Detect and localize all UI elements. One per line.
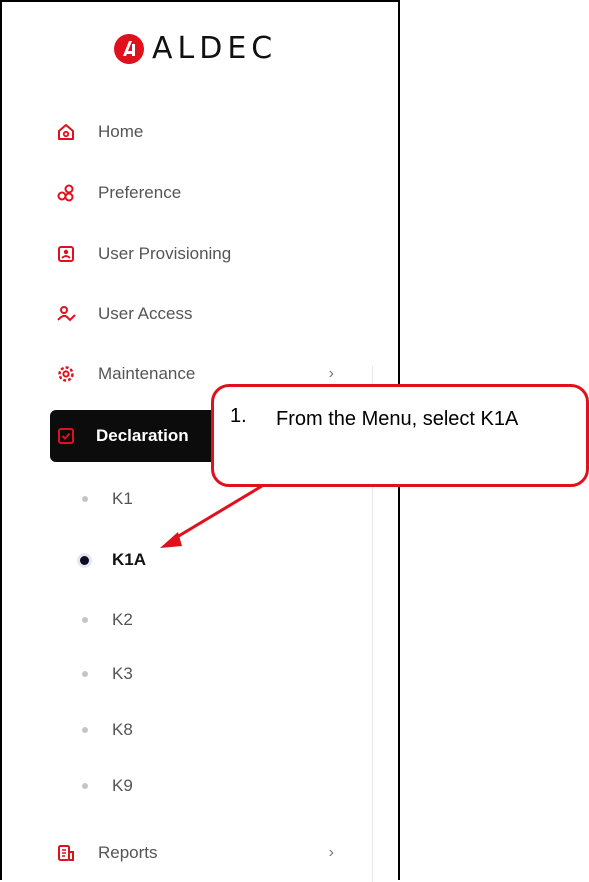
- home-icon: [56, 122, 76, 142]
- reports-icon: [56, 843, 76, 863]
- sidebar-item-label: Declaration: [96, 426, 189, 445]
- submenu-item-label: K2: [112, 610, 133, 629]
- submenu-item-label: K9: [112, 776, 133, 795]
- sidebar-item-label: Reports: [98, 843, 158, 862]
- sidebar-item-label: Maintenance: [98, 364, 196, 383]
- user-access-icon: [56, 304, 76, 324]
- sidebar-item-label: Preference: [98, 183, 182, 202]
- submenu-item-k1[interactable]: K1: [78, 484, 133, 514]
- submenu-item-label: K1A: [112, 550, 147, 569]
- sidebar-item-preference[interactable]: Preference: [50, 173, 370, 213]
- submenu-item-k8[interactable]: K8: [78, 715, 133, 745]
- declaration-icon: [56, 426, 76, 446]
- callout-text: From the Menu, select K1A: [276, 408, 519, 430]
- bullet-icon: [82, 783, 88, 789]
- chevron-right-icon: ›: [328, 365, 334, 382]
- sidebar-item-label: Home: [98, 122, 144, 141]
- submenu-item-label: K1: [112, 489, 133, 508]
- bullet-icon: [82, 727, 88, 733]
- sidebar-item-user-access[interactable]: User Access: [50, 294, 370, 334]
- submenu-item-label: K3: [112, 664, 133, 683]
- submenu-item-k9[interactable]: K9: [78, 771, 133, 801]
- user-provisioning-icon: [56, 244, 76, 264]
- preference-icon: [56, 183, 76, 203]
- sidebar-item-label: User Access: [98, 304, 193, 323]
- aldec-logo-icon: [114, 34, 144, 64]
- submenu-item-k1a[interactable]: K1A: [78, 545, 146, 575]
- sidebar-item-user-provisioning[interactable]: User Provisioning: [50, 234, 370, 274]
- logo: ALDEC: [114, 34, 277, 64]
- sidebar-item-label: User Provisioning: [98, 244, 232, 263]
- submenu-item-k3[interactable]: K3: [78, 659, 133, 689]
- instruction-callout: 1. From the Menu, select K1A: [211, 384, 589, 487]
- bullet-icon: [82, 671, 88, 677]
- bullet-icon: [82, 617, 88, 623]
- submenu-item-k2[interactable]: K2: [78, 605, 133, 635]
- gear-icon: [56, 364, 76, 384]
- bullet-icon: [80, 555, 89, 565]
- sidebar-item-reports[interactable]: Reports ›: [50, 833, 370, 873]
- sidebar-item-home[interactable]: Home: [50, 112, 370, 152]
- logo-text: ALDEC: [152, 31, 278, 66]
- chevron-right-icon: ›: [328, 844, 334, 861]
- bullet-icon: [82, 496, 88, 502]
- submenu-item-label: K8: [112, 720, 133, 739]
- callout-step-number: 1.: [230, 405, 247, 427]
